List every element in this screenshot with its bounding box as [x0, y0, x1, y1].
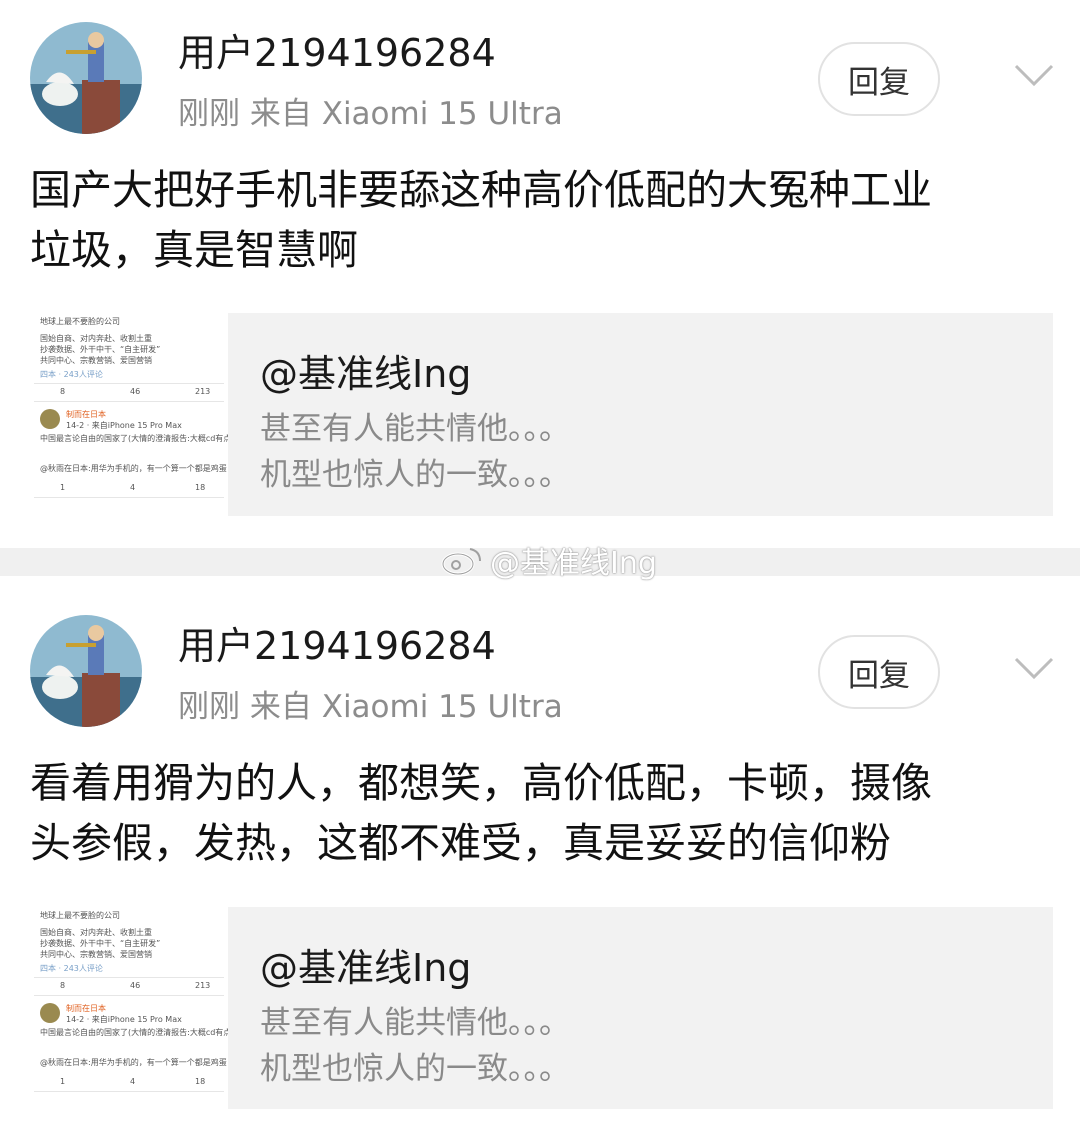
thumb-comment: 中国最言论自由的国家了(大情的澄清报告:大概cd有点烦? [40, 1028, 228, 1037]
comment-text-line: 国产大把好手机非要舔这种高价低配的大冤种工业 [30, 166, 932, 214]
thumb-stat: 18 [195, 483, 206, 492]
thumb-stat: 18 [195, 1077, 206, 1086]
weibo-logo-icon [441, 548, 481, 576]
quoted-post[interactable]: 地球上最不要脸的公司 国始自商、对内奔赴、收割土重 抄袭数据、外干中干、“自主研… [30, 907, 1053, 1110]
thumb-reply: @秋雨在日本:用华为手机的，有一个算一个都是鸡蛋 [40, 464, 227, 473]
comment-text-line: 垃圾，真是智慧啊 [30, 226, 358, 274]
avatar[interactable] [30, 22, 142, 134]
thumb-meta: 14-2 · 来自iPhone 15 Pro Max [66, 421, 182, 430]
thumb-divider [34, 497, 224, 498]
thumb-avatar [40, 409, 60, 429]
reply-button[interactable]: 回复 [818, 635, 940, 709]
thumb-user: 制而在日本 [66, 1004, 106, 1013]
thumb-stat: 8 [60, 387, 66, 396]
thumb-divider [34, 1091, 224, 1092]
thumb-location: 四本 · 243人评论 [40, 964, 103, 973]
reply-button[interactable]: 回复 [818, 42, 940, 116]
thumb-title: 地球上最不要脸的公司 [40, 911, 120, 920]
post-meta: 刚刚 来自 Xiaomi 15 Ultra [178, 689, 563, 725]
username[interactable]: 用户2194196284 [178, 615, 496, 670]
username[interactable]: 用户2194196284 [178, 22, 496, 77]
thumb-stat: 213 [195, 981, 211, 990]
thumb-line: 共同中心、宗教营销、爱国营销 [40, 950, 152, 959]
quoted-post-thumbnail: 地球上最不要脸的公司 国始自商、对内奔赴、收割土重 抄袭数据、外干中干、“自主研… [30, 907, 228, 1110]
thumb-divider [34, 977, 224, 978]
quoted-text-line: 甚至有人能共情他。。。 [260, 411, 570, 447]
comment-text: 看着用猾为的人，都想笑，高价低配，卡顿，摄像 头参假，发热，这都不难受，真是妥妥… [30, 753, 1050, 873]
thumb-stat: 46 [130, 387, 141, 396]
thumb-comment: 中国最言论自由的国家了(大情的澄清报告:大概cd有点烦? [40, 434, 228, 443]
thumb-divider [34, 383, 224, 384]
quoted-author[interactable]: @基准线Ing [260, 343, 471, 398]
comment-text-line: 看着用猾为的人，都想笑，高价低配，卡顿，摄像 [30, 759, 932, 807]
quoted-text-line: 甚至有人能共情他。。。 [260, 1005, 570, 1041]
thumb-line: 国始自商、对内奔赴、收割土重 [40, 928, 152, 937]
quoted-text-line: 机型也惊人的一致。。。 [260, 1051, 570, 1087]
comment-text-line: 头参假，发热，这都不难受，真是妥妥的信仰粉 [30, 819, 891, 867]
watermark: @基准线Ing [440, 538, 657, 582]
thumb-divider [34, 401, 224, 402]
thumb-stat: 213 [195, 387, 211, 396]
thumb-line: 国始自商、对内奔赴、收割土重 [40, 334, 152, 343]
chevron-down-icon[interactable] [1012, 60, 1056, 90]
quoted-author[interactable]: @基准线Ing [260, 937, 471, 992]
thumb-stat: 46 [130, 981, 141, 990]
thumb-title: 地球上最不要脸的公司 [40, 317, 120, 326]
quoted-text-line: 机型也惊人的一致。。。 [260, 457, 570, 493]
thumb-reply: @秋雨在日本:用华为手机的，有一个算一个都是鸡蛋 [40, 1058, 227, 1067]
avatar[interactable] [30, 615, 142, 727]
post-meta: 刚刚 来自 Xiaomi 15 Ultra [178, 96, 563, 132]
thumb-avatar [40, 1003, 60, 1023]
thumb-stat: 4 [130, 1077, 136, 1086]
comment-card: 用户2194196284 刚刚 来自 Xiaomi 15 Ultra 回复 看着… [0, 593, 1080, 1133]
thumb-stat: 1 [60, 483, 66, 492]
comment-card: 用户2194196284 刚刚 来自 Xiaomi 15 Ultra 回复 国产… [0, 0, 1080, 540]
watermark-text: @基准线Ing [490, 546, 657, 581]
comment-text: 国产大把好手机非要舔这种高价低配的大冤种工业 垃圾，真是智慧啊 [30, 160, 1050, 280]
thumb-stat: 1 [60, 1077, 66, 1086]
thumb-line: 共同中心、宗教营销、爱国营销 [40, 356, 152, 365]
thumb-meta: 14-2 · 来自iPhone 15 Pro Max [66, 1015, 182, 1024]
quoted-post[interactable]: 地球上最不要脸的公司 国始自商、对内奔赴、收割土重 抄袭数据、外干中干、“自主研… [30, 313, 1053, 516]
thumb-location: 四本 · 243人评论 [40, 370, 103, 379]
thumb-stat: 4 [130, 483, 136, 492]
thumb-stat: 8 [60, 981, 66, 990]
quoted-post-thumbnail: 地球上最不要脸的公司 国始自商、对内奔赴、收割土重 抄袭数据、外干中干、“自主研… [30, 313, 228, 516]
thumb-line: 抄袭数据、外干中干、“自主研发” [40, 345, 161, 354]
thumb-user: 制而在日本 [66, 410, 106, 419]
thumb-divider [34, 995, 224, 996]
chevron-down-icon[interactable] [1012, 653, 1056, 683]
thumb-line: 抄袭数据、外干中干、“自主研发” [40, 939, 161, 948]
